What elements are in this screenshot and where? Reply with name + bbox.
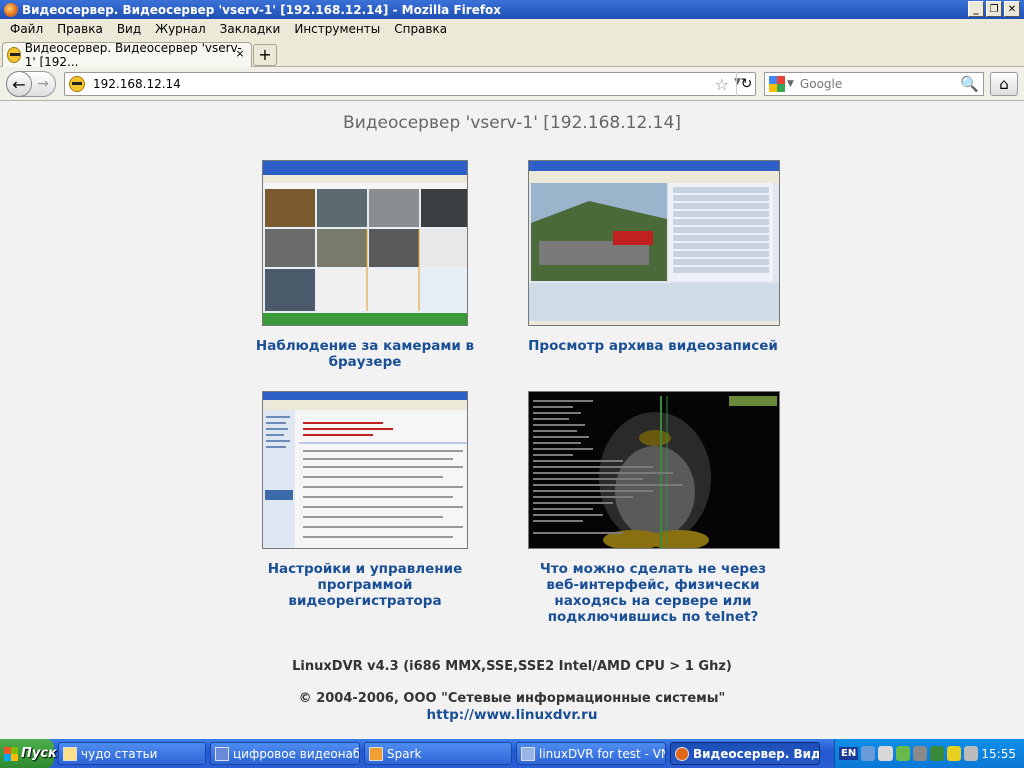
taskbar-item-label: linuxDVR for test - VM... [539, 746, 665, 761]
folder-icon [63, 746, 77, 761]
new-tab-button[interactable]: + [253, 44, 277, 66]
home-button[interactable]: ⌂ [990, 72, 1018, 96]
taskbar-item[interactable]: linuxDVR for test - VM... [516, 742, 666, 765]
window-title: Видеосервер. Видеосервер 'vserv-1' [192.… [22, 2, 502, 17]
tab-close-button[interactable]: × [233, 47, 247, 61]
item-archive: Просмотр архива видеозаписей [528, 160, 780, 354]
clock: 15:55 [981, 746, 1016, 761]
vmware-icon [521, 746, 535, 761]
archive-screenshot[interactable] [528, 160, 780, 326]
tray-app-icon[interactable] [912, 746, 927, 761]
taskbar-item-label: чудо статьи [81, 746, 158, 761]
console-link[interactable]: Что можно сделать не через веб-интерфейс… [528, 561, 778, 625]
address-bar[interactable]: ☆ ▼ [64, 72, 756, 96]
copyright-text: © 2004-2006, ООО "Сетевые информационные… [298, 691, 726, 706]
site-identity-icon [69, 76, 85, 92]
site-favicon-icon [7, 47, 21, 63]
window-titlebar: Видеосервер. Видеосервер 'vserv-1' [192.… [0, 0, 1024, 19]
tab-label: Видеосервер. Видеосервер 'vserv-1' [192.… [24, 41, 242, 69]
archive-link[interactable]: Просмотр архива видеозаписей [528, 338, 778, 354]
tray-app-icon[interactable] [947, 746, 962, 761]
menu-view[interactable]: Вид [111, 22, 147, 36]
tab-bar: Видеосервер. Видеосервер 'vserv-1' [192.… [0, 39, 1024, 69]
document-icon [215, 746, 229, 761]
taskbar-item[interactable]: Spark [364, 742, 512, 765]
start-label: Пуск [21, 746, 57, 761]
url-input[interactable] [93, 77, 673, 91]
page-title: Видеосервер 'vserv-1' [192.168.12.14] [343, 113, 681, 133]
forward-button[interactable]: → [32, 76, 54, 92]
windows-logo-icon [4, 746, 18, 761]
menu-history[interactable]: Журнал [149, 22, 212, 36]
taskbar-item-active[interactable]: Видеосервер. Виде... [670, 742, 820, 765]
maximize-button[interactable]: ❐ [986, 1, 1002, 17]
tray-app-icon[interactable] [878, 746, 893, 761]
taskbar-item[interactable]: чудо статьи [58, 742, 206, 765]
settings-screenshot[interactable] [262, 391, 468, 549]
taskbar-item[interactable]: цифровое видеонабл... [210, 742, 360, 765]
item-live-cameras: Наблюдение за камерами в браузере [240, 160, 490, 370]
item-console: Что можно сделать не через веб-интерфейс… [528, 391, 780, 625]
menu-file[interactable]: Файл [4, 22, 49, 36]
menu-bar: Файл Правка Вид Журнал Закладки Инструме… [0, 19, 1024, 39]
item-settings: Настройки и управление программой видеор… [240, 391, 490, 609]
firefox-icon [4, 2, 18, 17]
minimize-button[interactable]: _ [968, 1, 984, 17]
live-cameras-thumbnail-icon [263, 161, 467, 325]
page-content: Видеосервер 'vserv-1' [192.168.12.14] На… [0, 101, 1024, 739]
tux-console-icon [529, 392, 779, 548]
menu-bookmarks[interactable]: Закладки [214, 22, 287, 36]
search-engine-dropdown-icon[interactable]: ▼ [787, 79, 794, 89]
back-button[interactable]: ← [6, 71, 32, 97]
system-tray: EN 15:55 [834, 739, 1024, 768]
volume-icon[interactable] [964, 746, 979, 761]
spark-icon [369, 746, 383, 761]
network-icon[interactable] [861, 746, 876, 761]
menu-help[interactable]: Справка [388, 22, 453, 36]
language-indicator[interactable]: EN [839, 747, 859, 760]
live-cameras-link[interactable]: Наблюдение за камерами в браузере [240, 338, 490, 370]
firefox-icon [675, 746, 689, 761]
browser-tab[interactable]: Видеосервер. Видеосервер 'vserv-1' [192.… [2, 41, 252, 69]
site-link[interactable]: http://www.linuxdvr.ru [0, 707, 1024, 723]
menu-tools[interactable]: Инструменты [288, 22, 386, 36]
close-window-button[interactable]: ✕ [1004, 1, 1020, 17]
bookmark-star-icon[interactable]: ☆ [715, 75, 729, 94]
taskbar-item-label: Видеосервер. Виде... [693, 746, 820, 761]
version-text: LinuxDVR v4.3 (i686 MMX,SSE,SSE2 Intel/A… [292, 659, 732, 674]
live-cameras-screenshot[interactable] [262, 160, 468, 326]
window-controls: _ ❐ ✕ [968, 1, 1020, 17]
taskbar-item-label: цифровое видеонабл... [233, 746, 360, 761]
archive-thumbnail-icon [529, 161, 779, 325]
google-icon [769, 76, 785, 92]
taskbar-item-label: Spark [387, 746, 422, 761]
search-bar[interactable]: ▼ 🔍 [764, 72, 984, 96]
reload-button[interactable]: ↻ [736, 72, 756, 96]
settings-link[interactable]: Настройки и управление программой видеор… [240, 561, 490, 609]
start-button[interactable]: Пуск [0, 739, 57, 768]
tray-app-icon[interactable] [895, 746, 910, 761]
settings-thumbnail-icon [263, 392, 467, 548]
menu-edit[interactable]: Правка [51, 22, 109, 36]
search-input[interactable] [799, 77, 960, 91]
console-screenshot[interactable] [528, 391, 780, 549]
back-forward-group: ← → [6, 71, 56, 97]
taskbar: Пуск чудо статьи цифровое видеонабл... S… [0, 739, 1024, 768]
navigation-toolbar: ← → ☆ ▼ ↻ ▼ 🔍 ⌂ [0, 67, 1024, 101]
search-icon[interactable]: 🔍 [960, 75, 979, 93]
tray-app-icon[interactable] [929, 746, 945, 761]
